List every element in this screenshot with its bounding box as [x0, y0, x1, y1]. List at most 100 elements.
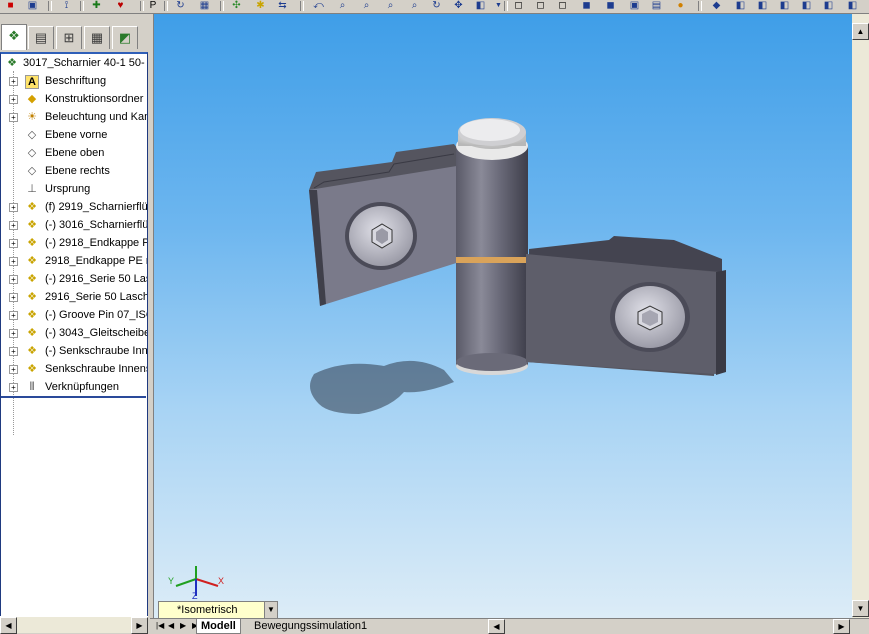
tree-item-lights-cameras[interactable]: + ☀ Beleuchtung und Kam	[1, 108, 147, 126]
interference-icon[interactable]: ⇆	[276, 0, 289, 11]
tree-item-label: (-) 3016_Scharnierflü	[45, 219, 147, 231]
wireframe-icon[interactable]: ◻	[512, 0, 525, 11]
hidden-lines-removed-icon[interactable]: ◻	[556, 0, 569, 11]
tree-item-label: (-) 3043_Gleitscheibe	[45, 327, 147, 339]
configuration-manager-icon: ⊞	[63, 30, 75, 45]
previous-view-icon[interactable]: ⤺	[312, 0, 325, 11]
tree-item-mates[interactable]: + ⫴ Verknüpfungen	[1, 378, 147, 396]
tree-item-front-plane[interactable]: ◇ Ebene vorne	[1, 126, 147, 144]
rotate-view-icon[interactable]: ↻	[430, 0, 443, 11]
view-back-icon[interactable]: ◧	[734, 0, 747, 11]
tab-display-manager[interactable]: ◩	[112, 26, 138, 49]
view-top-icon[interactable]: ◧	[800, 0, 813, 11]
expand-icon[interactable]: +	[9, 113, 18, 122]
expand-icon[interactable]: +	[9, 95, 18, 104]
hidden-lines-visible-icon[interactable]: ◻	[534, 0, 547, 11]
view-right-icon[interactable]: ◧	[778, 0, 791, 11]
scroll-down-button[interactable]: ▼	[852, 600, 869, 617]
section-view-icon[interactable]: ▤	[650, 0, 663, 11]
save-icon[interactable]: ▣	[26, 0, 39, 11]
tab-feature-tree[interactable]: ❖	[1, 24, 27, 50]
view-left-icon[interactable]: ◧	[756, 0, 769, 11]
expand-icon[interactable]: +	[9, 329, 18, 338]
explode-view-icon[interactable]: ✱	[254, 0, 267, 11]
tree-item-component[interactable]: + ❖ (-) Senkschraube Inn	[1, 342, 147, 360]
expand-icon[interactable]: +	[9, 77, 18, 86]
assembly-icon: ❖	[7, 57, 17, 69]
pin-icon[interactable]: ⟟	[60, 0, 73, 11]
tree-root[interactable]: ❖ 3017_Scharnier 40-1 50-	[1, 54, 147, 72]
pan-icon[interactable]: ✥	[452, 0, 465, 11]
tree-item-component[interactable]: + ❖ Senkschraube Innens	[1, 360, 147, 378]
expand-icon[interactable]: +	[9, 311, 18, 320]
shaded-edges-icon[interactable]: ◼	[580, 0, 593, 11]
tree-item-right-plane[interactable]: ◇ Ebene rechts	[1, 162, 147, 180]
hinge-model[interactable]	[154, 14, 853, 618]
tree-item-component[interactable]: + ❖ (-) 3016_Scharnierflü	[1, 216, 147, 234]
part-icon: ❖	[27, 309, 37, 321]
hscroll-right-button[interactable]: ▶	[833, 619, 850, 634]
zoom-fit-icon[interactable]: ⌕	[336, 0, 349, 11]
smart-fasteners-icon[interactable]: ▦	[198, 0, 211, 11]
plane-icon: ◇	[27, 147, 37, 159]
view-bottom-icon[interactable]: ◧	[822, 0, 835, 11]
scroll-up-button[interactable]: ▲	[852, 23, 869, 40]
expand-icon[interactable]: +	[9, 257, 18, 266]
view-orientation-select[interactable]: *Isometrisch ▼	[158, 601, 278, 618]
move-component-icon[interactable]: ✣	[230, 0, 243, 11]
tree-item-component[interactable]: + ❖ (-) 2916_Serie 50 Las	[1, 270, 147, 288]
standard-views-icon[interactable]: ◧	[474, 0, 487, 11]
tree-item-label: Ebene vorne	[45, 129, 108, 141]
tree-item-component[interactable]: + ❖ (-) 3043_Gleitscheibe	[1, 324, 147, 342]
display-manager-icon: ◩	[118, 30, 132, 45]
rebuild-icon[interactable]: ■	[4, 0, 17, 11]
tree-item-label: Beschriftung	[45, 75, 107, 87]
viewport-vertical-scrollbar[interactable]: ▲ ▼	[852, 14, 869, 618]
tab-motion-study[interactable]: Bewegungssimulation1	[250, 619, 371, 633]
tree-item-component[interactable]: + ❖ 2916_Serie 50 Lasche	[1, 288, 147, 306]
chevron-down-icon[interactable]: ▼	[264, 602, 277, 618]
view-iso-icon[interactable]: ◧	[846, 0, 859, 11]
zoom-area-icon[interactable]: ⌕	[360, 0, 373, 11]
view-front-icon[interactable]: ◆	[710, 0, 723, 11]
zoom-in-out-icon[interactable]: ⌕	[384, 0, 397, 11]
expand-icon[interactable]: +	[9, 221, 18, 230]
shadows-icon[interactable]: ▣	[628, 0, 641, 11]
feature-tree: ❖ 3017_Scharnier 40-1 50- + A Beschriftu…	[0, 52, 148, 618]
tree-item-design-binder[interactable]: + ◆ Konstruktionsordner	[1, 90, 147, 108]
tree-item-component[interactable]: + ❖ (-) Groove Pin 07_ISO	[1, 306, 147, 324]
tab-configuration-manager[interactable]: ⊞	[56, 26, 82, 49]
tree-item-component[interactable]: + ❖ (f) 2919_Scharnierflü	[1, 198, 147, 216]
tab-model[interactable]: Modell	[196, 619, 241, 634]
tab-dimxpert-manager[interactable]: ▦	[84, 26, 110, 49]
tree-item-top-plane[interactable]: ◇ Ebene oben	[1, 144, 147, 162]
expand-icon[interactable]: +	[9, 275, 18, 284]
scroll-right-button[interactable]: ▶	[131, 617, 148, 634]
insert-component-icon[interactable]: ✚	[90, 0, 103, 11]
appearance-icon[interactable]: ●	[674, 0, 687, 11]
expand-icon[interactable]: +	[9, 293, 18, 302]
part-icon: ❖	[27, 291, 37, 303]
shaded-icon[interactable]: ◼	[604, 0, 617, 11]
rotate-component-icon[interactable]: ↻	[174, 0, 187, 11]
tree-item-origin[interactable]: ⊥ Ursprung	[1, 180, 147, 198]
panel-horizontal-scrollbar[interactable]: ◀ ▶	[0, 616, 148, 634]
scroll-left-button[interactable]: ◀	[0, 617, 17, 634]
zoom-selection-icon[interactable]: ⌕	[408, 0, 421, 11]
expand-icon[interactable]: +	[9, 383, 18, 392]
expand-icon[interactable]: +	[9, 203, 18, 212]
part-icon: ❖	[27, 219, 37, 231]
mate-icon[interactable]: ♥	[114, 0, 127, 11]
tree-item-component[interactable]: + ❖ (-) 2918_Endkappe P	[1, 234, 147, 252]
tree-item-annotations[interactable]: + A Beschriftung	[1, 72, 147, 90]
mates-icon: ⫴	[29, 381, 35, 393]
graphics-area[interactable]: X Y Z *Isometrisch ▼	[153, 14, 853, 618]
tree-item-label: (-) 2918_Endkappe P	[45, 237, 147, 249]
tree-item-component[interactable]: + ❖ 2918_Endkappe PE n	[1, 252, 147, 270]
origin-icon: ⊥	[27, 183, 37, 195]
expand-icon[interactable]: +	[9, 239, 18, 248]
hscroll-left-button[interactable]: ◀	[488, 619, 505, 634]
expand-icon[interactable]: +	[9, 347, 18, 356]
expand-icon[interactable]: +	[9, 365, 18, 374]
tab-property-manager[interactable]: ▤	[28, 26, 54, 49]
